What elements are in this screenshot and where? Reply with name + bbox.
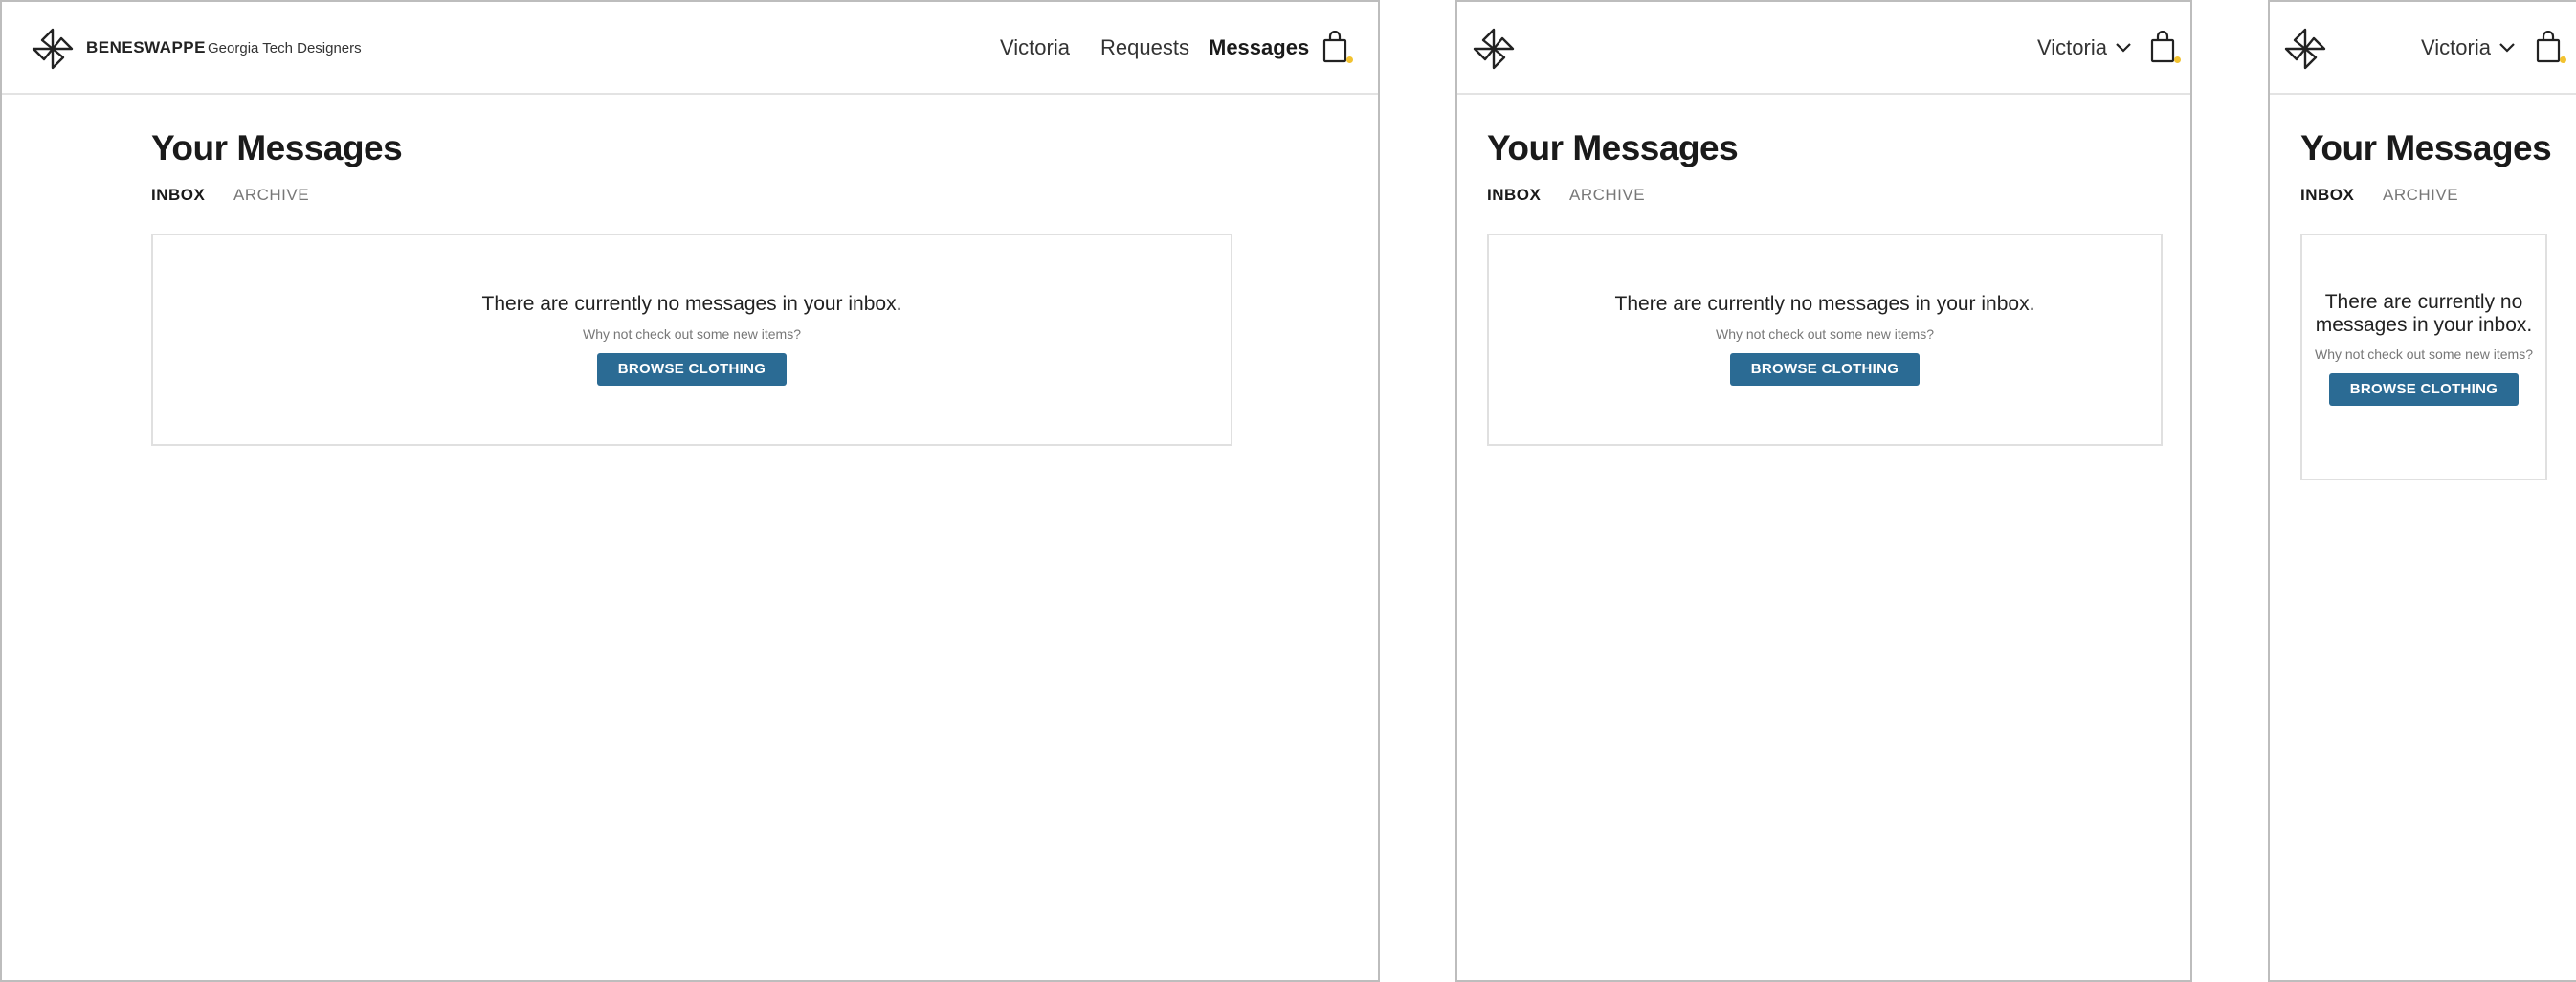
- empty-hint: Why not check out some new items?: [1716, 326, 1934, 342]
- tab-inbox[interactable]: INBOX: [1487, 186, 1541, 205]
- empty-hint: Why not check out some new items?: [583, 326, 801, 342]
- site-header: BENESWAPPE Georgia Tech Designers Victor…: [2, 2, 1378, 95]
- page-title: Your Messages: [2300, 128, 2552, 167]
- user-menu[interactable]: Victoria: [2037, 35, 2132, 60]
- empty-message-line-2: messages in your inbox.: [2315, 314, 2533, 336]
- site-header: Victoria: [1457, 2, 2190, 95]
- brand-name[interactable]: BENESWAPPE: [86, 38, 206, 57]
- pinwheel-logo-icon[interactable]: [31, 27, 75, 71]
- empty-message-line-1: There are currently no: [2324, 291, 2523, 313]
- nav-user[interactable]: Victoria: [1000, 35, 1070, 60]
- tab-archive[interactable]: ARCHIVE: [2383, 186, 2458, 205]
- user-name: Victoria: [2421, 35, 2491, 59]
- chevron-down-icon: [2499, 43, 2515, 53]
- pinwheel-logo-icon[interactable]: [2283, 27, 2327, 71]
- tablet-viewport: Victoria Your Messages INBOX ARCHIVE The…: [1455, 0, 2192, 982]
- empty-inbox-card: There are currently no messages in your …: [151, 234, 1232, 446]
- site-header: Victoria: [2270, 2, 2576, 95]
- pinwheel-logo-icon[interactable]: [1472, 27, 1516, 71]
- shopping-bag-icon[interactable]: [2536, 30, 2566, 65]
- browse-clothing-button[interactable]: BROWSE CLOTHING: [2328, 373, 2520, 406]
- cart-badge: [2174, 56, 2181, 63]
- empty-inbox-card: There are currently no messages in your …: [2300, 234, 2547, 480]
- browse-clothing-button[interactable]: BROWSE CLOTHING: [596, 353, 788, 386]
- browse-clothing-button[interactable]: BROWSE CLOTHING: [1729, 353, 1921, 386]
- shopping-bag-icon[interactable]: [2150, 30, 2181, 65]
- brand-org: Georgia Tech Designers: [208, 40, 362, 56]
- page-title: Your Messages: [1487, 128, 1739, 167]
- empty-message: There are currently no messages in your …: [1614, 293, 2035, 315]
- tab-archive[interactable]: ARCHIVE: [1569, 186, 1645, 205]
- mobile-viewport: Victoria Your Messages INBOX ARCHIVE The…: [2268, 0, 2576, 982]
- empty-message: There are currently no messages in your …: [481, 293, 902, 315]
- tab-archive[interactable]: ARCHIVE: [233, 186, 309, 205]
- user-name: Victoria: [2037, 35, 2107, 59]
- empty-inbox-card: There are currently no messages in your …: [1487, 234, 2163, 446]
- user-menu[interactable]: Victoria: [2421, 35, 2516, 60]
- nav-requests[interactable]: Requests: [1100, 35, 1189, 60]
- empty-hint: Why not check out some new items?: [2315, 346, 2533, 362]
- tab-inbox[interactable]: INBOX: [151, 186, 205, 205]
- shopping-bag-icon[interactable]: [1322, 30, 1353, 65]
- chevron-down-icon: [2116, 43, 2131, 53]
- page-title: Your Messages: [151, 128, 403, 167]
- tab-inbox[interactable]: INBOX: [2300, 186, 2354, 205]
- desktop-viewport: BENESWAPPE Georgia Tech Designers Victor…: [0, 0, 1380, 982]
- cart-badge: [1346, 56, 1353, 63]
- cart-badge: [2560, 56, 2566, 63]
- nav-messages[interactable]: Messages: [1209, 35, 1309, 60]
